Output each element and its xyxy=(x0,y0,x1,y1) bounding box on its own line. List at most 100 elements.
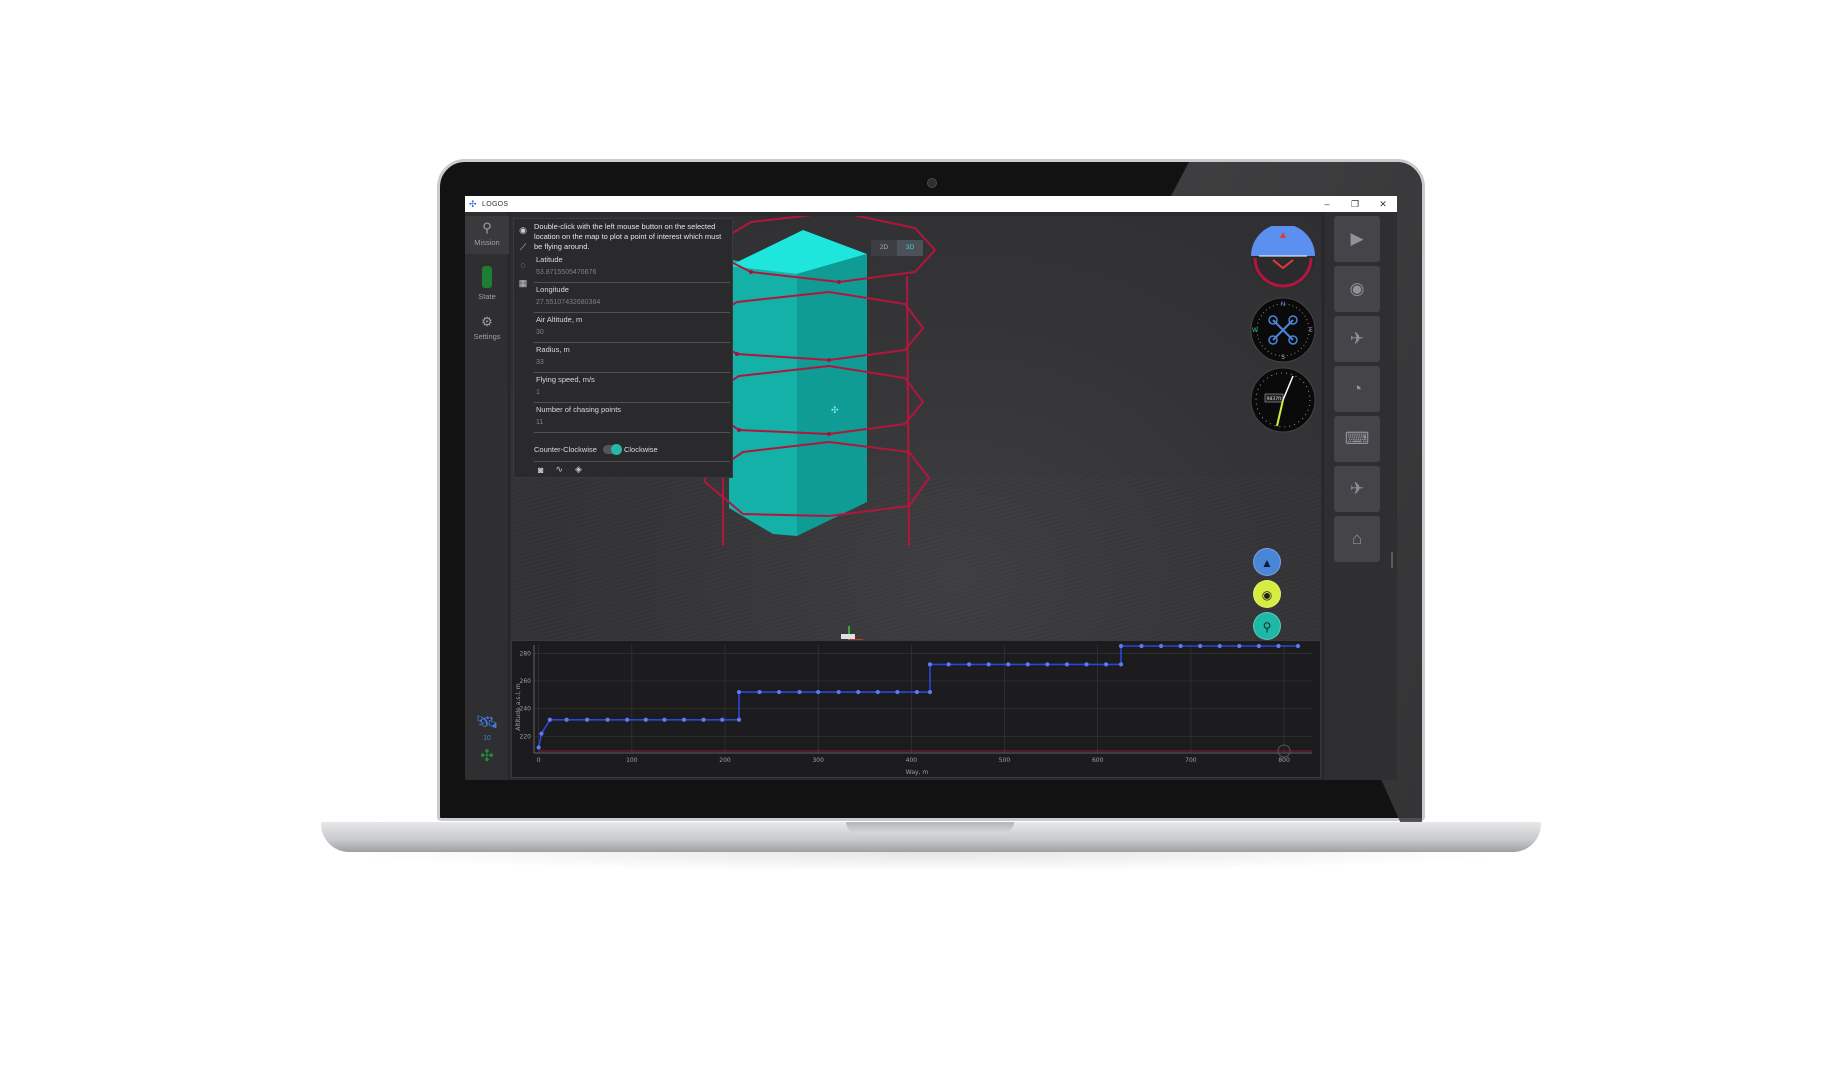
altitude-waypoint xyxy=(776,689,782,695)
altitude-waypoint xyxy=(986,662,991,667)
chart-ticks: 0 100 200 300 400 500 600 700 800220240260280 xyxy=(520,650,1290,764)
altitude-waypoint xyxy=(927,662,933,667)
altitude-step-line xyxy=(537,645,1298,748)
nav-state[interactable]: State xyxy=(465,260,509,304)
altitude-waypoint xyxy=(736,689,742,695)
chart-grid xyxy=(533,645,1312,754)
stop-button[interactable]: ◉ xyxy=(1334,266,1380,312)
takeoff-icon: ✈ xyxy=(1349,329,1365,348)
drone-marker: ✣ xyxy=(831,406,839,416)
nav-mission[interactable]: ⚲ Mission xyxy=(465,216,509,254)
waveform-icon[interactable]: ∿ xyxy=(555,464,563,475)
chart-y-label: Altitude a.s.l, m xyxy=(515,683,522,730)
nav-settings-label: Settings xyxy=(473,332,501,341)
speed-label: Flying speed, m/s xyxy=(536,375,595,384)
speed-button[interactable]: ◔ xyxy=(1334,366,1380,412)
camera-icon[interactable]: ◙ xyxy=(538,465,543,475)
app-window: ✣ LOGOS – ❐ ✕ ⚲ Mission State ⚙ Settings… xyxy=(465,196,1397,780)
altitude-value[interactable]: 30 xyxy=(536,329,544,336)
layers-icon[interactable]: ◈ xyxy=(575,464,582,475)
altitude-waypoint xyxy=(1118,643,1124,649)
direction-row: Counter-Clockwise Clockwise xyxy=(534,441,730,457)
altitude-waypoint xyxy=(895,689,900,695)
drone-connection-icon[interactable]: ✣ xyxy=(465,746,509,766)
latitude-field[interactable]: Latitude 53.8715505476676 xyxy=(534,253,730,283)
calculator-icon[interactable]: ▦ xyxy=(517,277,529,289)
chasing-points-value[interactable]: 11 xyxy=(536,419,543,426)
location-button[interactable]: ⚲ xyxy=(1253,612,1281,640)
speed-field[interactable]: Flying speed, m/s 1 xyxy=(534,373,730,403)
laptop-notch xyxy=(846,822,1014,834)
altitude-field[interactable]: Air Altitude, m 30 xyxy=(534,313,730,343)
clockwise-label: Clockwise xyxy=(623,444,658,454)
takeoff-button[interactable]: ✈ xyxy=(1334,316,1380,362)
counter-clockwise-label: Counter-Clockwise xyxy=(534,444,597,454)
altitude-waypoint xyxy=(662,717,667,722)
radius-field[interactable]: Radius, m 33 xyxy=(534,343,730,373)
speed-value[interactable]: 1 xyxy=(536,389,540,396)
nav-mission-label: Mission xyxy=(474,238,500,247)
direction-toggle[interactable] xyxy=(602,443,622,455)
minimize-button[interactable]: – xyxy=(1313,196,1341,212)
chasing-points-field[interactable]: Number of chasing points 11 xyxy=(534,403,730,433)
state-indicator-icon xyxy=(482,266,492,288)
orbit-vertex xyxy=(749,270,753,274)
poi-hint-text: Double-click with the left mouse button … xyxy=(534,222,722,251)
altitude-waypoint xyxy=(927,689,933,695)
right-command-rail: ▶ ◉ ✈ ◔ ⌨ ✈ ⌂ xyxy=(1323,212,1397,780)
altitude-waypoint xyxy=(1178,643,1183,649)
land-home-button[interactable]: ⌂ xyxy=(1334,516,1380,562)
altitude-waypoint xyxy=(946,662,951,667)
x-tick-label: 0 xyxy=(537,757,541,764)
navigate-button[interactable]: ▲ xyxy=(1253,548,1281,576)
stop-icon: ◉ xyxy=(1349,279,1365,298)
gamepad-button[interactable]: ⌨ xyxy=(1334,416,1380,462)
landing-button[interactable]: ✈ xyxy=(1334,466,1380,512)
altitude-waypoint xyxy=(816,689,821,695)
map-pin-icon: ⚲ xyxy=(482,220,492,235)
altitude-waypoint xyxy=(1217,643,1222,649)
view-2d-tab[interactable]: 2D xyxy=(871,240,897,256)
landing-icon: ✈ xyxy=(1349,479,1365,498)
view-3d-tab[interactable]: 3D xyxy=(897,240,923,256)
speedometer-icon: ◔ xyxy=(1351,379,1363,398)
longitude-label: Longitude xyxy=(536,285,569,294)
nav-state-label: State xyxy=(478,292,496,301)
gps-status: 🛰 10 ✣ xyxy=(465,712,509,766)
poi-footer: ◙ ∿ ◈ xyxy=(534,461,730,477)
maximize-button[interactable]: ❐ xyxy=(1341,196,1369,212)
altitude-profile-chart[interactable]: 0 100 200 300 400 500 600 700 800 220 240 260 280 Wa… xyxy=(511,640,1321,778)
latitude-value[interactable]: 53.8715505476676 xyxy=(536,269,596,276)
altitude-waypoint xyxy=(967,662,972,667)
altitude-waypoint xyxy=(856,689,861,695)
altimeter-readout: 9837ft xyxy=(1267,396,1282,402)
altitude-waypoint xyxy=(605,717,610,722)
chasing-points-label: Number of chasing points xyxy=(536,405,622,414)
radius-value[interactable]: 33 xyxy=(536,359,544,366)
gears-icon: ⚙ xyxy=(481,314,493,329)
longitude-field[interactable]: Longitude 27.55107432680384 xyxy=(534,283,730,313)
altitude-waypoint xyxy=(757,689,762,695)
right-rail-scrollbar[interactable] xyxy=(1391,552,1393,568)
x-tick-label: 800 xyxy=(1278,757,1290,764)
title-bar: ✣ LOGOS – ❐ ✕ xyxy=(465,196,1397,212)
close-button[interactable]: ✕ xyxy=(1369,196,1397,212)
longitude-value[interactable]: 27.55107432680384 xyxy=(536,299,600,306)
circle-target-icon[interactable]: ◌ xyxy=(517,259,529,271)
target-button[interactable]: ◉ xyxy=(1253,580,1281,608)
eye-icon[interactable]: ◉ xyxy=(517,224,529,236)
flight-instruments: N E S W 9837ft xyxy=(1250,226,1316,433)
poi-side-icons: ◉ ⟋ ◌ ▦ xyxy=(514,219,532,479)
altitude-waypoint xyxy=(701,717,706,722)
attitude-indicator-icon xyxy=(1251,226,1315,288)
altitude-waypoint xyxy=(1118,662,1124,667)
play-icon: ▶ xyxy=(1350,229,1364,248)
route-icon[interactable]: ⟋ xyxy=(517,241,529,253)
nav-settings[interactable]: ⚙ Settings xyxy=(465,310,509,346)
compass-s: S xyxy=(1281,354,1285,361)
drone-logo-icon: ✣ xyxy=(469,199,477,209)
start-mission-button[interactable]: ▶ xyxy=(1334,216,1380,262)
laptop-shadow xyxy=(330,852,1530,872)
satellite-count: 10 xyxy=(483,735,491,742)
altitude-waypoint xyxy=(1006,662,1011,667)
